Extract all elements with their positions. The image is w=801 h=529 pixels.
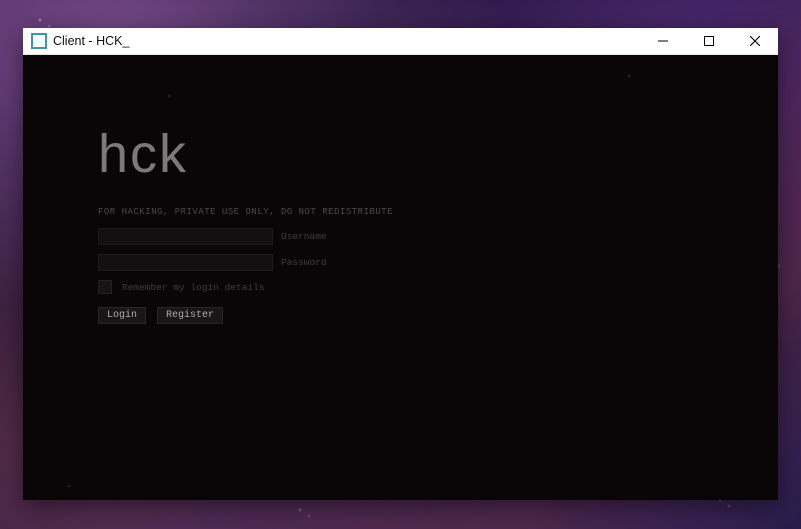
titlebar[interactable]: Client - HCK_: [23, 28, 778, 55]
minimize-icon: [658, 36, 668, 46]
minimize-button[interactable]: [640, 28, 686, 54]
tagline: FOR HACKING, PRIVATE USE ONLY, DO NOT RE…: [98, 207, 393, 217]
window-title: Client - HCK_: [53, 34, 129, 48]
close-icon: [750, 36, 760, 46]
app-window: Client - HCK_ hck FOR HACKING, PRIVATE U…: [23, 28, 778, 500]
username-row: Username: [98, 228, 393, 245]
username-input[interactable]: [98, 228, 273, 245]
client-area: hck FOR HACKING, PRIVATE USE ONLY, DO NO…: [23, 55, 778, 500]
app-logo: hck: [98, 127, 393, 181]
remember-row: Remember my login details: [98, 280, 393, 294]
button-row: Login Register: [98, 307, 393, 324]
remember-label: Remember my login details: [122, 282, 265, 293]
password-label: Password: [281, 257, 327, 268]
username-label: Username: [281, 231, 327, 242]
remember-checkbox[interactable]: [98, 280, 112, 294]
close-button[interactable]: [732, 28, 778, 54]
login-button[interactable]: Login: [98, 307, 146, 324]
register-button[interactable]: Register: [157, 307, 223, 324]
window-controls: [640, 28, 778, 54]
maximize-icon: [704, 36, 714, 46]
maximize-button[interactable]: [686, 28, 732, 54]
password-input[interactable]: [98, 254, 273, 271]
password-row: Password: [98, 254, 393, 271]
app-icon: [31, 33, 47, 49]
login-panel: hck FOR HACKING, PRIVATE USE ONLY, DO NO…: [98, 127, 393, 324]
